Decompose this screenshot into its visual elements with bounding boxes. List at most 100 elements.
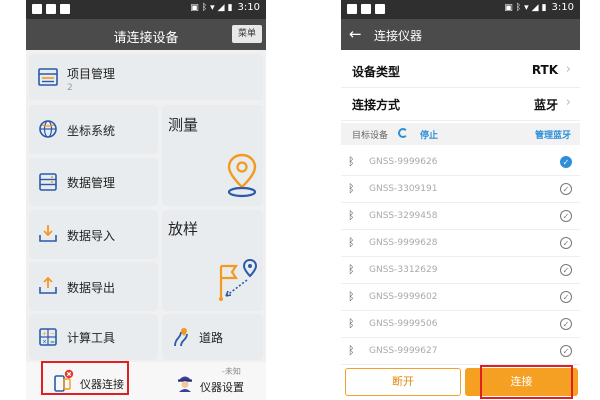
device-row[interactable]: ᛒ GNSS-3309191 ✓ (341, 176, 580, 203)
instrument-settings-tab[interactable]: -未知 仪器设置 (148, 362, 266, 400)
survey-label: 测量 (168, 116, 199, 134)
menu-button[interactable]: 菜单 (232, 25, 262, 43)
status-bar: ▣ ᛒ ▾ ◢ ▮ 3:10 (341, 0, 580, 19)
svg-text:×: × (42, 339, 47, 346)
signal-icon: ◢ (531, 2, 539, 13)
bluetooth-icon: ᛒ (348, 290, 355, 303)
status-icons: ▣ ᛒ ▾ ◢ ▮ 3:10 (190, 2, 260, 13)
unselected-check-icon[interactable]: ✓ (560, 210, 572, 222)
manage-bluetooth-button[interactable]: 管理蓝牙 (535, 128, 571, 141)
device-row[interactable]: ᛒ GNSS-9999627 ✓ (341, 338, 580, 365)
bluetooth-icon: ᛒ (348, 344, 355, 357)
road-icon (174, 328, 188, 347)
target-device-label: 目标设备 (352, 131, 389, 141)
road-label: 道路 (199, 331, 224, 345)
unselected-check-icon[interactable]: ✓ (560, 318, 572, 330)
instrument-settings-label: 仪器设置 (200, 381, 244, 394)
data-management-label: 数据管理 (67, 176, 116, 190)
device-name: GNSS-3299458 (369, 211, 438, 221)
page-title: 请连接设备 (113, 31, 179, 46)
notification-square-icon (361, 4, 371, 14)
unselected-check-icon[interactable]: ✓ (560, 291, 572, 303)
bluetooth-icon: ᛒ (348, 236, 355, 249)
data-export-card[interactable]: 数据导出 (29, 262, 158, 311)
globe-icon (39, 120, 57, 138)
bluetooth-icon: ᛒ (201, 2, 208, 13)
svg-text:−: − (50, 331, 55, 338)
bluetooth-icon: ᛒ (348, 317, 355, 330)
survey-card[interactable]: 测量 (162, 105, 263, 206)
bluetooth-icon: ᛒ (348, 182, 355, 195)
selected-check-icon[interactable]: ✓ (560, 156, 572, 168)
svg-text:+: + (42, 331, 47, 338)
coordinate-system-card[interactable]: 坐标系统 (29, 105, 158, 154)
nfc-icon: ▣ (504, 2, 513, 13)
battery-icon: ▮ (541, 2, 547, 13)
device-row[interactable]: ᛒ GNSS-3299458 ✓ (341, 203, 580, 230)
data-import-card[interactable]: 数据导入 (29, 210, 158, 259)
data-export-label: 数据导出 (67, 281, 116, 295)
notification-square-icon (60, 4, 70, 14)
device-name: GNSS-3312629 (369, 265, 438, 275)
flag-pin-icon (219, 258, 258, 301)
calculator-icon: + − × = (39, 328, 57, 346)
road-card[interactable]: 道路 (162, 314, 263, 360)
target-device-bar: 目标设备 停止 管理蓝牙 (341, 123, 580, 145)
device-row[interactable]: ᛒ GNSS-9999628 ✓ (341, 230, 580, 257)
signal-icon: ◢ (217, 2, 225, 13)
chevron-right-icon: › (565, 62, 571, 77)
notification-square-icon (347, 4, 357, 14)
project-management-card[interactable]: 项目管理 2 (29, 54, 263, 100)
export-tray-icon (39, 276, 57, 294)
wifi-icon: ▾ (210, 2, 215, 13)
status-icons: ▣ ᛒ ▾ ◢ ▮ 3:10 (504, 2, 574, 13)
bluetooth-icon: ᛒ (348, 155, 355, 168)
stakeout-label: 放样 (168, 220, 199, 238)
bluetooth-icon: ᛒ (348, 209, 355, 222)
device-name: GNSS-9999628 (369, 238, 438, 248)
device-name: GNSS-9999626 (369, 157, 438, 167)
loading-spinner-icon (398, 128, 408, 138)
device-type-row[interactable]: 设备类型 RTK › (341, 54, 580, 88)
project-count: 2 (67, 83, 73, 93)
map-pin-icon (227, 153, 257, 198)
device-row[interactable]: ᛒ GNSS-3312629 ✓ (341, 257, 580, 284)
unselected-check-icon[interactable]: ✓ (560, 183, 572, 195)
connection-mode-row[interactable]: 连接方式 蓝牙 › (341, 87, 580, 121)
folder-list-icon (38, 68, 58, 86)
data-management-card[interactable]: 数据管理 (29, 158, 158, 206)
disconnect-button[interactable]: 断开 (345, 368, 461, 396)
notification-square-icon (46, 4, 56, 14)
unselected-check-icon[interactable]: ✓ (560, 264, 572, 276)
chevron-right-icon: › (565, 95, 571, 110)
left-phone-screen: ▣ ᛒ ▾ ◢ ▮ 3:10 请连接设备 菜单 项目管理 2 坐标系统 数据管理… (26, 0, 266, 400)
back-arrow-icon[interactable]: ← (349, 25, 362, 43)
device-type-label: 设备类型 (352, 65, 401, 79)
bluetooth-icon: ᛒ (515, 2, 522, 13)
unselected-check-icon[interactable]: ✓ (560, 237, 572, 249)
nfc-icon: ▣ (190, 2, 199, 13)
data-import-label: 数据导入 (67, 229, 116, 243)
stakeout-card[interactable]: 放样 (162, 210, 263, 311)
device-row[interactable]: ᛒ GNSS-9999626 ✓ (341, 149, 580, 176)
battery-icon: ▮ (227, 2, 233, 13)
wifi-icon: ▾ (524, 2, 529, 13)
svg-text:=: = (50, 339, 55, 346)
unselected-check-icon[interactable]: ✓ (560, 345, 572, 357)
stop-scan-button[interactable]: 停止 (420, 128, 438, 141)
device-row[interactable]: ᛒ GNSS-9999506 ✓ (341, 311, 580, 338)
title-bar: ← 连接仪器 (341, 19, 580, 50)
highlight-box (41, 361, 129, 395)
device-name: GNSS-3309191 (369, 184, 438, 194)
project-management-label: 项目管理 (67, 67, 116, 81)
instrument-status: -未知 (222, 367, 241, 376)
device-row[interactable]: ᛒ GNSS-9999602 ✓ (341, 284, 580, 311)
calculation-tools-card[interactable]: + − × = 计算工具 (29, 314, 158, 360)
database-icon (39, 173, 57, 191)
device-type-value: RTK (531, 63, 558, 77)
device-name: GNSS-9999506 (369, 319, 438, 329)
title-bar: 请连接设备 菜单 (26, 19, 266, 50)
status-time: 3:10 (551, 2, 574, 13)
device-name: GNSS-9999602 (369, 292, 438, 302)
status-time: 3:10 (237, 2, 260, 13)
